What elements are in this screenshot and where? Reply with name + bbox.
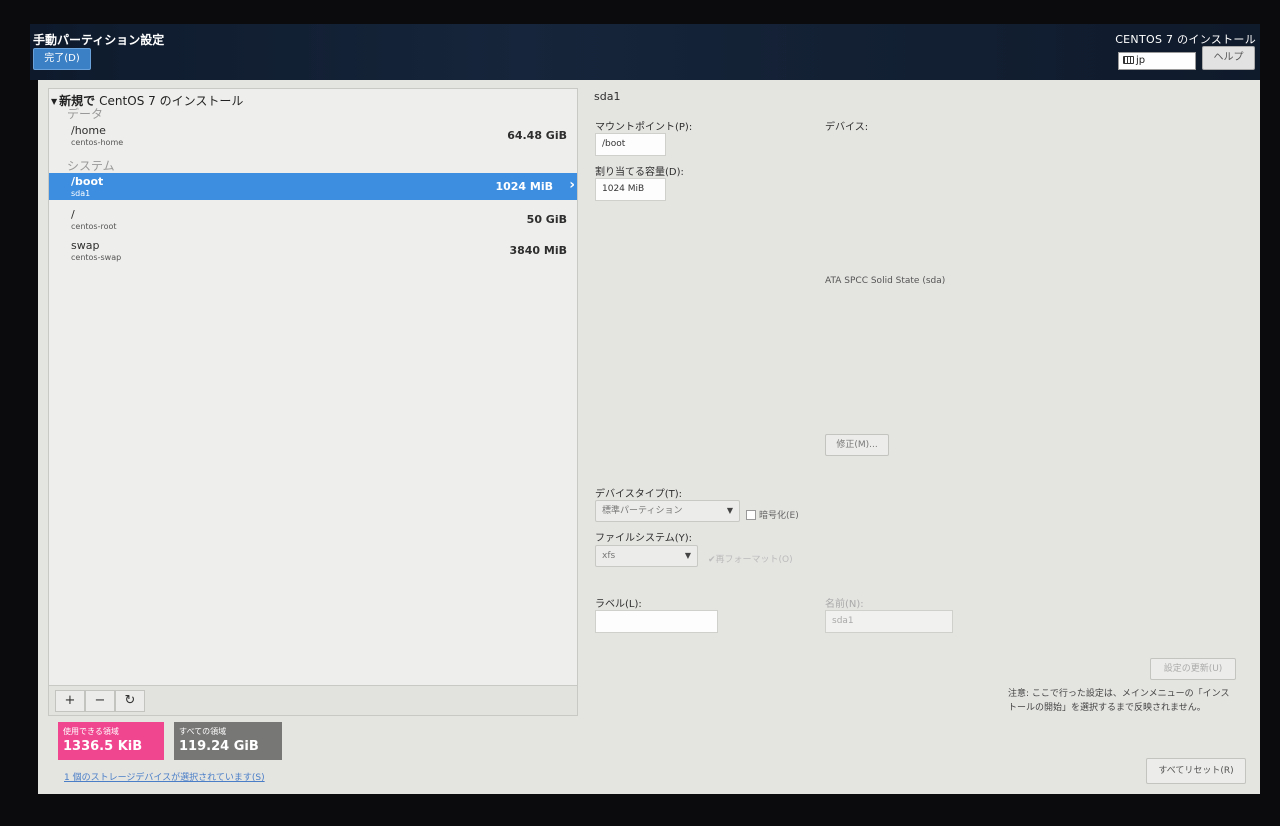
reformat-checkbox[interactable]: ✔再フォーマット(O)	[708, 552, 793, 565]
partition-size: 3840 MiB	[509, 244, 567, 257]
total-space-value: 119.24 GiB	[179, 739, 259, 754]
device-name-text: ATA SPCC Solid State (sda)	[825, 276, 946, 286]
modify-button[interactable]: 修正(M)...	[825, 434, 889, 456]
check-mark-icon: ✔	[708, 555, 716, 565]
checkbox-icon	[746, 510, 756, 520]
mount-point-label: マウントポイント(P):	[595, 122, 693, 133]
available-space-label: 使用できる領域	[63, 727, 119, 736]
done-button[interactable]: 完了(D)	[33, 48, 91, 70]
reformat-label: 再フォーマット(O)	[715, 555, 793, 565]
reset-all-button[interactable]: すべてリセット(R)	[1146, 758, 1246, 784]
partition-size: 1024 MiB	[495, 180, 553, 193]
filesystem-value: xfs	[602, 551, 616, 561]
product-title: CENTOS 7 のインストール	[1115, 33, 1256, 46]
device-name: centos-home	[71, 138, 124, 147]
keyboard-layout-indicator[interactable]: jp	[1118, 52, 1196, 70]
available-space-value: 1336.5 KiB	[63, 739, 143, 754]
partition-list-pane: ▼ 新規で CentOS 7 のインストール データ /home centos-ho…	[48, 88, 578, 716]
mount-point: /	[71, 208, 75, 221]
partition-row-boot[interactable]: /boot sda1 1024 MiB ›	[49, 173, 577, 200]
total-space-label: すべての領域	[179, 727, 227, 736]
partition-row-home[interactable]: /home centos-home 64.48 GiB	[49, 122, 577, 149]
partition-size: 50 GiB	[526, 213, 567, 226]
devices-label: デバイス:	[825, 122, 869, 133]
mount-point: /boot	[71, 175, 104, 188]
remove-partition-button[interactable]: −	[85, 690, 115, 712]
device-type-value: 標準パーティション	[602, 506, 683, 516]
update-settings-button[interactable]: 設定の更新(U)	[1150, 658, 1236, 680]
partition-size: 64.48 GiB	[507, 129, 567, 142]
note-text: 注意: ここで行った設定は、メインメニューの「インストールの開始」を選択するまで…	[1008, 689, 1230, 713]
device-name: centos-swap	[71, 253, 122, 262]
encrypt-checkbox[interactable]: 暗号化(E)	[746, 508, 799, 521]
install-tree-label: CentOS 7 のインストール	[99, 94, 244, 108]
filesystem-select[interactable]: xfs ▼	[595, 545, 698, 567]
add-partition-button[interactable]: +	[55, 690, 85, 712]
category-data: データ	[67, 107, 104, 121]
partition-row-root[interactable]: / centos-root 50 GiB	[49, 206, 577, 233]
total-space-box: すべての領域 119.24 GiB	[174, 722, 282, 760]
category-system: システム	[67, 159, 115, 173]
label-input[interactable]	[595, 610, 718, 633]
device-type-label: デバイスタイプ(T):	[595, 489, 682, 500]
dropdown-arrow-icon: ▼	[684, 551, 691, 560]
help-button[interactable]: ヘルプ	[1202, 46, 1255, 70]
dropdown-arrow-icon: ▼	[726, 506, 733, 515]
storage-devices-link[interactable]: 1 個のストレージデバイスが選択されています(S)	[64, 770, 265, 783]
partition-row-swap[interactable]: swap centos-swap 3840 MiB	[49, 237, 577, 264]
partition-toolbar: + − ↻	[49, 685, 577, 715]
capacity-label: 割り当てる容量(D):	[595, 167, 684, 178]
name-input[interactable]: sda1	[825, 610, 953, 633]
device-type-select[interactable]: 標準パーティション ▼	[595, 500, 740, 522]
page-title: 手動パーティション設定	[33, 33, 165, 47]
name-field-label: 名前(N):	[825, 599, 864, 610]
mount-point-input[interactable]: /boot	[595, 133, 666, 156]
header-bar: 手動パーティション設定 完了(D) CENTOS 7 のインストール jp ヘル…	[30, 24, 1260, 80]
keyboard-layout-label: jp	[1136, 55, 1146, 66]
refresh-button[interactable]: ↻	[115, 690, 145, 712]
filesystem-label: ファイルシステム(Y):	[595, 533, 692, 544]
encrypt-label: 暗号化(E)	[759, 511, 799, 521]
keyboard-icon	[1123, 56, 1134, 64]
chevron-right-icon: ›	[569, 177, 575, 193]
capacity-input[interactable]: 1024 MiB	[595, 178, 666, 201]
available-space-box: 使用できる領域 1336.5 KiB	[58, 722, 164, 760]
main-area: ▼ 新規で CentOS 7 のインストール データ /home centos-ho…	[38, 80, 1260, 794]
mount-point: swap	[71, 239, 100, 252]
expander-icon[interactable]: ▼	[51, 97, 57, 106]
device-name: sda1	[71, 189, 91, 198]
label-field-label: ラベル(L):	[595, 599, 642, 610]
device-name: centos-root	[71, 222, 117, 231]
mount-point: /home	[71, 124, 106, 137]
selected-partition-title: sda1	[594, 90, 621, 103]
